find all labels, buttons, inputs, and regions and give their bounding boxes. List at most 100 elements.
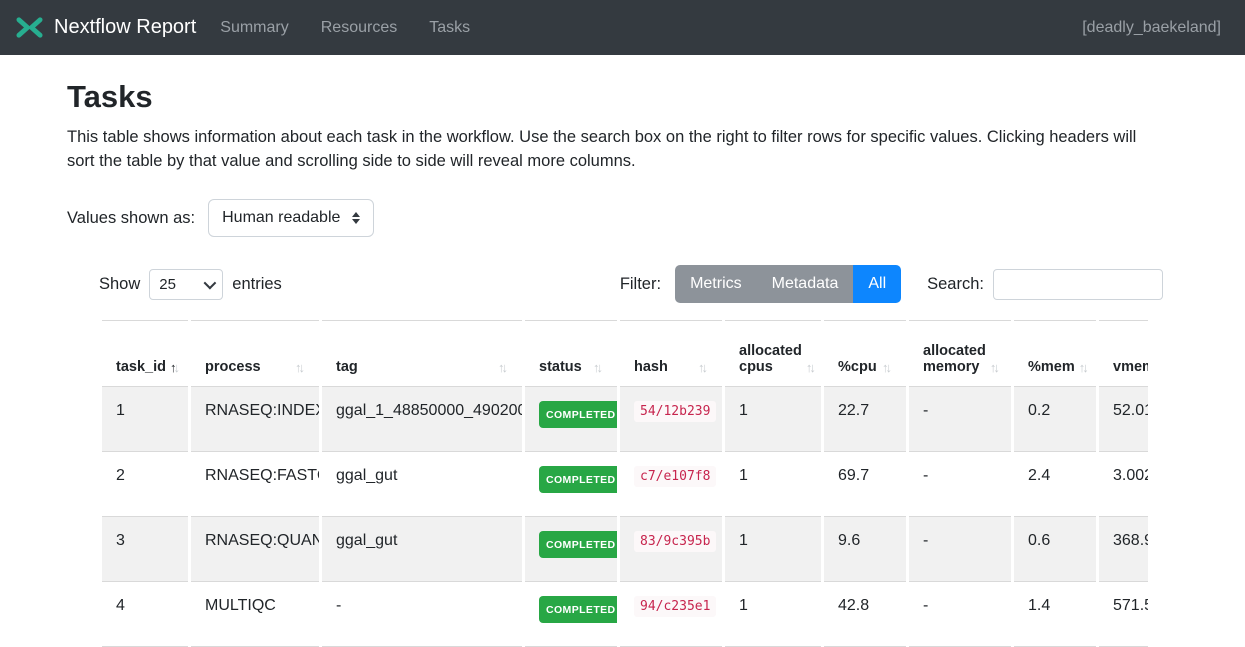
cell-pmem: 1.4 — [1014, 582, 1096, 647]
table-row: 2RNASEQ:FASTQCggal_gut COMPLETED c7/e107f8… — [102, 452, 1148, 517]
cell-tag: ggal_gut — [322, 517, 522, 582]
column-label: process — [205, 359, 261, 375]
cell-pmem: 0.6 — [1014, 517, 1096, 582]
filter-all-button[interactable]: All — [853, 265, 901, 303]
column-header-tag[interactable]: tag ↑↓ — [322, 320, 522, 387]
cell-allocated_memory: - — [909, 517, 1011, 582]
cell-allocated_memory: - — [909, 582, 1011, 647]
nav-link-tasks[interactable]: Tasks — [429, 19, 470, 37]
column-label: status — [539, 359, 582, 375]
cell-status: COMPLETED — [525, 517, 617, 582]
cell-hash: c7/e107f8 — [620, 452, 722, 517]
column-header-status[interactable]: status ↑↓ — [525, 320, 617, 387]
filter-label: Filter: — [620, 275, 661, 294]
hash-code: 54/12b239 — [634, 401, 716, 422]
cell-vmem: 3.002 — [1099, 452, 1148, 517]
column-label: vmem — [1113, 359, 1148, 375]
sort-arrows-icon: ↑↓ — [698, 360, 708, 375]
chevron-down-icon — [204, 276, 217, 289]
navbar: Nextflow Report Summary Resources Tasks … — [0, 0, 1245, 55]
cell-status: COMPLETED — [525, 452, 617, 517]
sort-arrows-icon: ↑↓ — [990, 360, 1000, 375]
tasks-table: task_id↑↓process↑↓tag↑↓status↑↓hash↑↓all… — [99, 320, 1148, 647]
column-label: hash — [634, 359, 668, 375]
column-header-hash[interactable]: hash ↑↓ — [620, 320, 722, 387]
column-label: tag — [336, 359, 358, 375]
cell-task_id: 1 — [102, 387, 188, 452]
sort-arrows-icon: ↑↓ — [498, 360, 508, 375]
cell-hash: 83/9c395b — [620, 517, 722, 582]
status-badge: COMPLETED — [539, 401, 617, 428]
column-label: allocated memory — [923, 343, 986, 375]
cell-hash: 54/12b239 — [620, 387, 722, 452]
column-header-pmem[interactable]: %mem↑↓ — [1014, 320, 1096, 387]
column-header-vmem[interactable]: vmem — [1099, 320, 1148, 387]
table-row: 4MULTIQC-COMPLETED94/c235e1142.8-1.4571.… — [102, 582, 1148, 647]
status-badge: COMPLETED — [539, 531, 617, 558]
cell-task_id: 4 — [102, 582, 188, 647]
show-label: Show — [99, 275, 140, 294]
nav-links: Summary Resources Tasks — [220, 19, 470, 37]
cell-tag: - — [322, 582, 522, 647]
column-header-process[interactable]: process↑↓ — [191, 320, 319, 387]
column-label: task_id — [116, 359, 166, 375]
cell-vmem: 571.58 MB — [1099, 582, 1148, 647]
column-header-pcpu[interactable]: %cpu↑↓ — [824, 320, 906, 387]
values-shown-row: Values shown as: Human readable — [67, 199, 1178, 237]
table-header: task_id↑↓process↑↓tag↑↓status↑↓hash↑↓all… — [102, 320, 1148, 387]
nav-link-resources[interactable]: Resources — [321, 19, 397, 37]
hash-code: c7/e107f8 — [634, 466, 716, 487]
cell-allocated_cpus: 1 — [725, 387, 821, 452]
sort-arrows-icon: ↑↓ — [593, 360, 603, 375]
column-label: %mem — [1028, 359, 1075, 375]
cell-allocated_cpus: 1 — [725, 517, 821, 582]
status-badge: COMPLETED — [539, 596, 617, 623]
brand-title: Nextflow Report — [54, 16, 196, 39]
updown-arrows-icon — [352, 212, 360, 224]
cell-status: COMPLETED — [525, 582, 617, 647]
tasks-table-wrapper[interactable]: task_id↑↓process↑↓tag↑↓status↑↓hash↑↓all… — [99, 320, 1148, 647]
values-shown-label: Values shown as: — [67, 209, 195, 228]
entries-select[interactable]: 25 — [149, 269, 223, 300]
cell-tag: ggal_gut — [322, 452, 522, 517]
filter-metrics-button[interactable]: Metrics — [675, 265, 757, 303]
search-input[interactable] — [993, 269, 1163, 300]
cell-pcpu: 69.7 — [824, 452, 906, 517]
values-shown-select[interactable]: Human readable — [208, 199, 374, 237]
cell-vmem: 52.016 MB — [1099, 387, 1148, 452]
run-name: [deadly_baekeland] — [1082, 19, 1221, 37]
cell-allocated_cpus: 1 — [725, 452, 821, 517]
hash-code: 83/9c395b — [634, 531, 716, 552]
column-header-task_id[interactable]: task_id ↑↓ — [102, 320, 188, 387]
values-shown-selected: Human readable — [222, 209, 340, 227]
table-controls: Show 25 entries Filter: Metrics Metadata… — [99, 265, 1163, 303]
cell-task_id: 3 — [102, 517, 188, 582]
nextflow-logo-icon — [16, 14, 43, 41]
cell-hash: 94/c235e1 — [620, 582, 722, 647]
main-content: Tasks This table shows information about… — [0, 79, 1245, 647]
table-row: 3RNASEQ:QUANTggal_gutCOMPLETED83/9c395b1… — [102, 517, 1148, 582]
cell-task_id: 2 — [102, 452, 188, 517]
show-entries: Show 25 entries — [99, 269, 282, 300]
sort-arrows-icon: ↑↓ — [170, 360, 180, 375]
datatable-area: Show 25 entries Filter: Metrics Metadata… — [99, 265, 1178, 647]
cell-pmem: 2.4 — [1014, 452, 1096, 517]
hash-code: 94/c235e1 — [634, 596, 716, 617]
column-label: allocated cpus — [739, 343, 802, 375]
cell-process: MULTIQC — [191, 582, 319, 647]
page-title: Tasks — [67, 79, 1178, 115]
sort-arrows-icon: ↑↓ — [806, 360, 816, 375]
column-header-allocated_memory[interactable]: allocated memory ↑↓ — [909, 320, 1011, 387]
entries-selected: 25 — [159, 276, 176, 293]
status-badge: COMPLETED — [539, 466, 617, 493]
cell-pmem: 0.2 — [1014, 387, 1096, 452]
cell-pcpu: 42.8 — [824, 582, 906, 647]
cell-process: RNASEQ:FASTQC — [191, 452, 319, 517]
cell-process: RNASEQ:INDEX — [191, 387, 319, 452]
column-label: %cpu — [838, 359, 877, 375]
brand[interactable]: Nextflow Report — [16, 14, 196, 41]
page-description: This table shows information about each … — [67, 125, 1167, 173]
nav-link-summary[interactable]: Summary — [220, 19, 288, 37]
filter-metadata-button[interactable]: Metadata — [757, 265, 854, 303]
column-header-allocated_cpus[interactable]: allocated cpus ↑↓ — [725, 320, 821, 387]
